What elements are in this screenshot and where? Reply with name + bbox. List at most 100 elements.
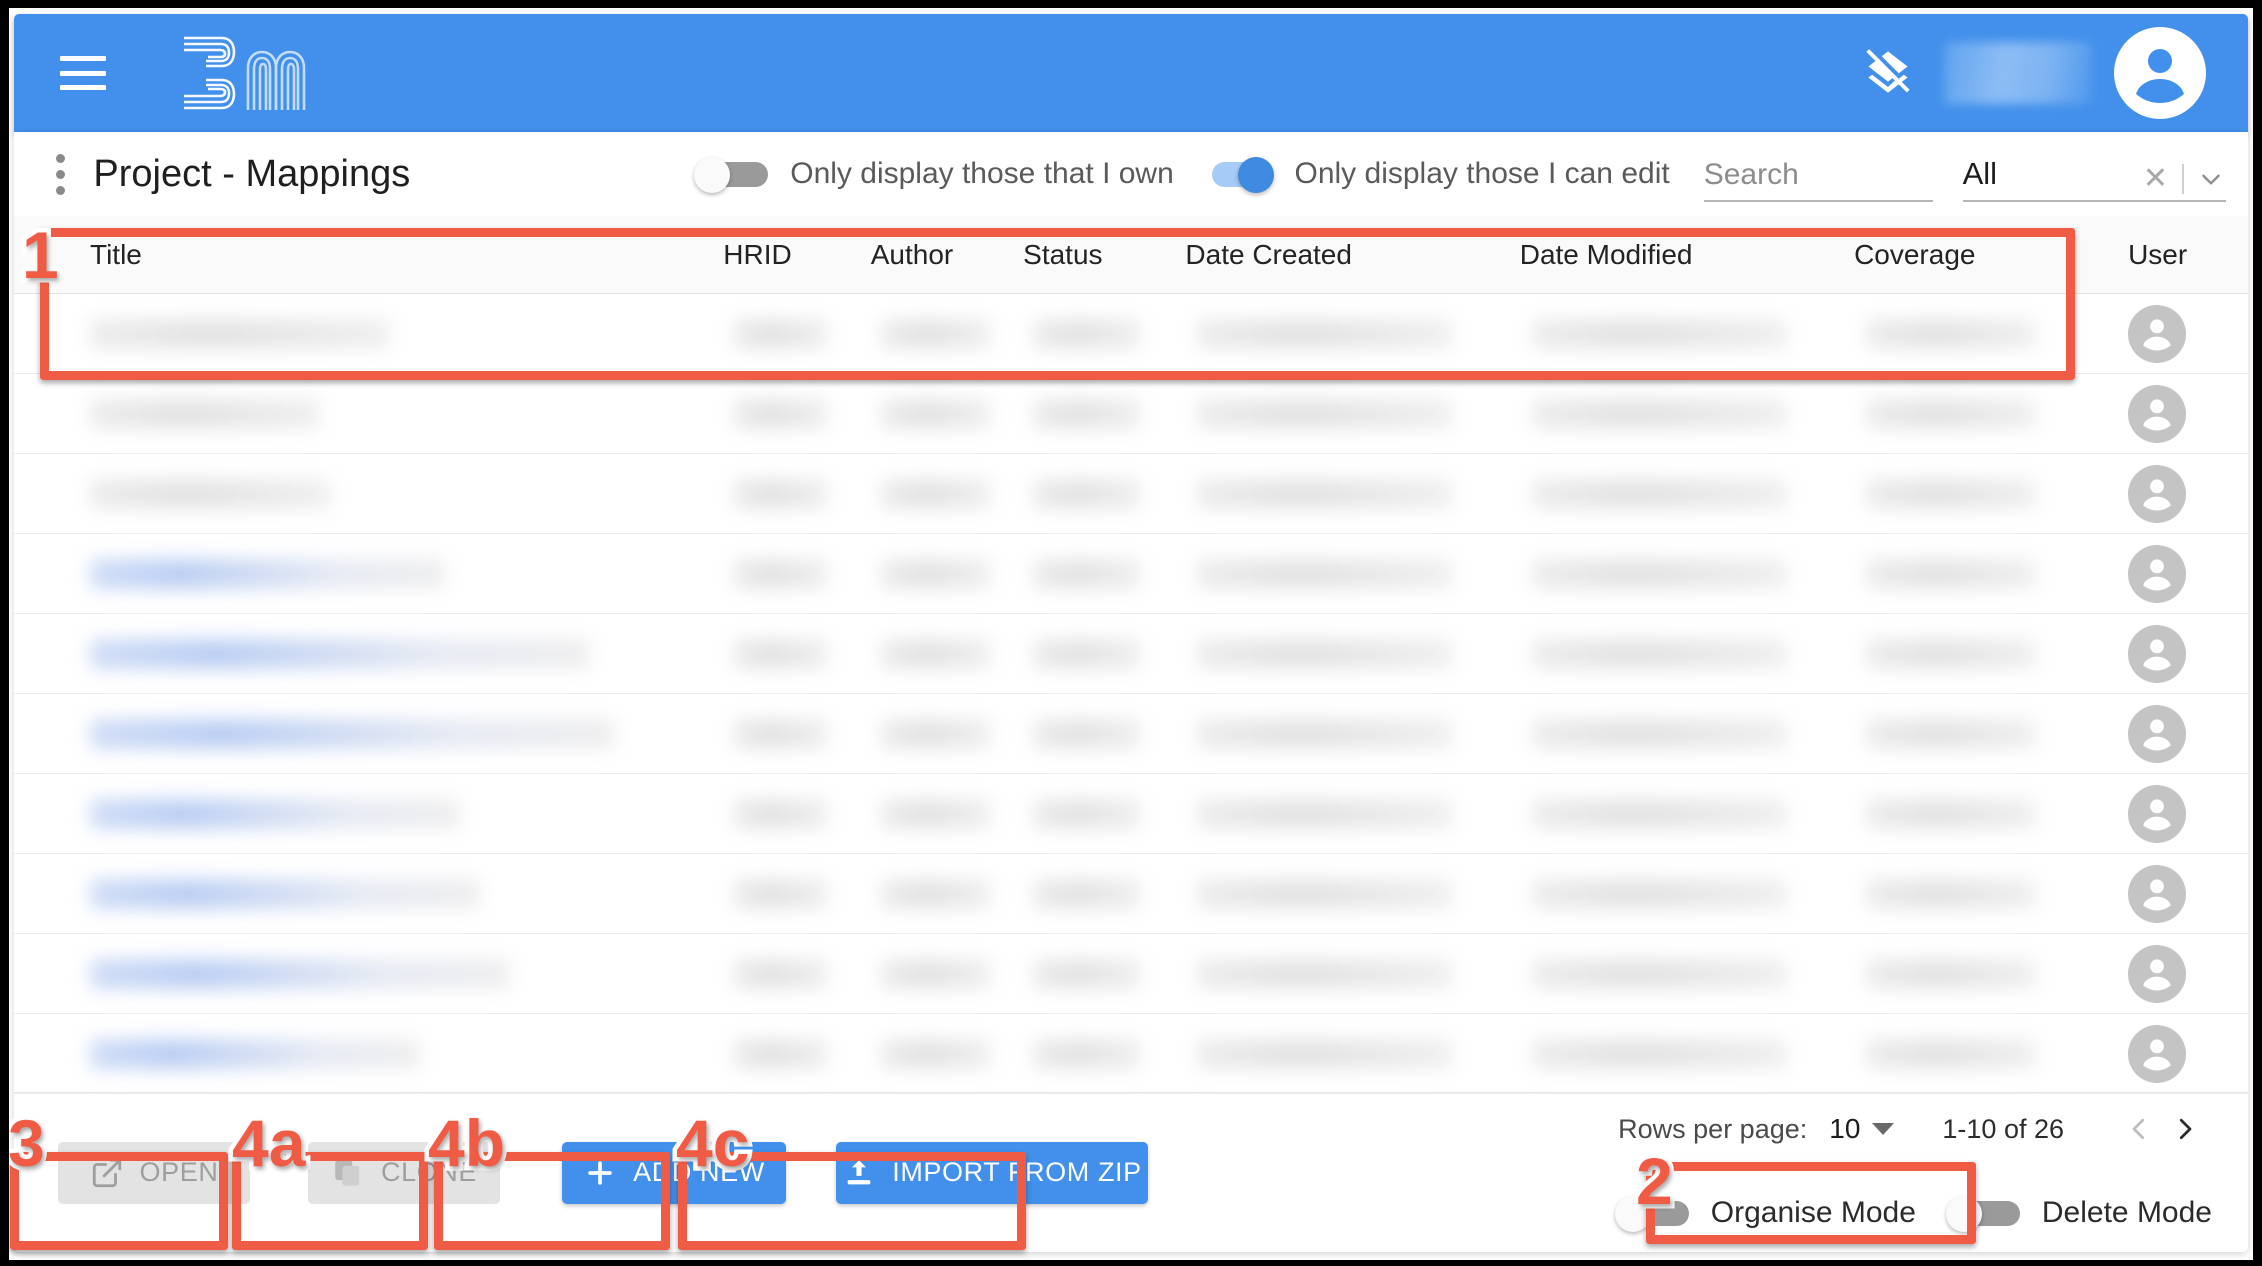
rows-per-page-value[interactable]: 10 (1829, 1113, 1860, 1145)
redacted-value (90, 959, 510, 989)
account-circle-icon (2128, 465, 2186, 523)
cell-status (1023, 639, 1185, 669)
cell-coverage (1854, 399, 2090, 429)
table-row[interactable] (14, 854, 2248, 934)
cell-author (871, 479, 1023, 509)
redacted-value (1532, 479, 1787, 509)
redacted-value (1033, 399, 1141, 429)
cell-coverage (1854, 959, 2090, 989)
cell-user (2090, 545, 2248, 603)
redacted-value (1033, 879, 1141, 909)
table-row[interactable] (14, 614, 2248, 694)
cell-date-modified (1520, 879, 1854, 909)
filter-select-value: All (1963, 156, 1997, 192)
cell-hrid (723, 799, 871, 829)
cell-title (14, 879, 723, 909)
cell-coverage (1854, 559, 2090, 589)
cell-date-modified (1520, 959, 1854, 989)
redacted-value (1197, 799, 1452, 829)
cell-author (871, 799, 1023, 829)
redacted-value (1033, 479, 1141, 509)
redacted-value (733, 799, 828, 829)
redacted-value (733, 879, 828, 909)
cell-coverage (1854, 719, 2090, 749)
cell-date-created (1185, 879, 1519, 909)
cell-hrid (723, 559, 871, 589)
cell-hrid (723, 879, 871, 909)
redacted-value (1197, 1039, 1452, 1069)
caret-down-icon[interactable] (1872, 1123, 1894, 1135)
redacted-value (881, 879, 991, 909)
redacted-value (90, 479, 330, 509)
account-circle-icon (2128, 705, 2186, 763)
redacted-value (733, 479, 828, 509)
redacted-value (1866, 639, 2036, 669)
annotation-badge-4c: 4c (676, 1110, 749, 1176)
cell-date-modified (1520, 799, 1854, 829)
table-row[interactable] (14, 694, 2248, 774)
toggle-can-edit-switch[interactable] (1198, 157, 1276, 191)
toggle-only-own-switch[interactable] (694, 157, 772, 191)
search-input[interactable] (1704, 158, 1933, 192)
cell-status (1023, 959, 1185, 989)
cell-coverage (1854, 479, 2090, 509)
chevron-down-icon[interactable] (2198, 166, 2224, 192)
cell-title (14, 479, 723, 509)
search-field[interactable] (1704, 146, 1933, 202)
chevron-right-icon[interactable] (2162, 1106, 2208, 1152)
redacted-value (1532, 959, 1787, 989)
redacted-value (1197, 719, 1452, 749)
redacted-value (1197, 959, 1452, 989)
table-row[interactable] (14, 934, 2248, 1014)
cell-user (2090, 465, 2248, 523)
toggle-only-own[interactable]: Only display those that I own (694, 157, 1174, 191)
column-header-user[interactable]: User (2090, 239, 2248, 271)
toggle-only-own-label: Only display those that I own (790, 157, 1174, 191)
cell-author (871, 399, 1023, 429)
table-row[interactable] (14, 774, 2248, 854)
redacted-value (1866, 959, 2036, 989)
cell-status (1023, 559, 1185, 589)
window-frame-left (0, 0, 9, 1266)
redacted-value (733, 399, 828, 429)
chevron-left-icon[interactable] (2116, 1106, 2162, 1152)
redacted-value (733, 639, 828, 669)
filter-select[interactable]: All ✕ (1963, 146, 2226, 202)
filter-select-actions: ✕ (2143, 164, 2224, 194)
table-row[interactable] (14, 374, 2248, 454)
toggle-can-edit[interactable]: Only display those I can edit (1198, 157, 1669, 191)
rows-per-page-label: Rows per page: (1618, 1114, 1807, 1145)
account-avatar[interactable] (2114, 27, 2206, 119)
redacted-value (1866, 719, 2036, 749)
app-header-bar (14, 14, 2248, 132)
redacted-value (881, 959, 991, 989)
hamburger-menu-icon[interactable] (60, 56, 106, 90)
cell-author (871, 1039, 1023, 1069)
table-row[interactable] (14, 1014, 2248, 1094)
toggle-delete-mode-label: Delete Mode (2042, 1196, 2212, 1230)
redacted-value (733, 719, 828, 749)
annotation-badge-1: 1 (22, 222, 59, 288)
cell-status (1023, 879, 1185, 909)
layers-off-icon[interactable] (1862, 47, 1914, 99)
cell-user (2090, 705, 2248, 763)
annotation-box-2 (1646, 1162, 1976, 1244)
cell-author (871, 559, 1023, 589)
redacted-value (1866, 559, 2036, 589)
redacted-value (1197, 479, 1452, 509)
cell-title (14, 399, 723, 429)
account-circle-icon (2128, 545, 2186, 603)
redacted-value (733, 559, 828, 589)
redacted-value (1866, 479, 2036, 509)
redacted-value (1197, 399, 1452, 429)
pagination-range: 1-10 of 26 (1942, 1114, 2064, 1145)
table-row[interactable] (14, 454, 2248, 534)
redacted-value (1532, 399, 1787, 429)
cell-date-created (1185, 399, 1519, 429)
close-icon[interactable]: ✕ (2143, 164, 2168, 194)
more-vert-icon[interactable] (50, 148, 71, 200)
brand-logo-icon (178, 30, 310, 116)
table-row[interactable] (14, 534, 2248, 614)
toggle-delete-mode[interactable]: Delete Mode (1946, 1196, 2212, 1230)
cell-user (2090, 945, 2248, 1003)
